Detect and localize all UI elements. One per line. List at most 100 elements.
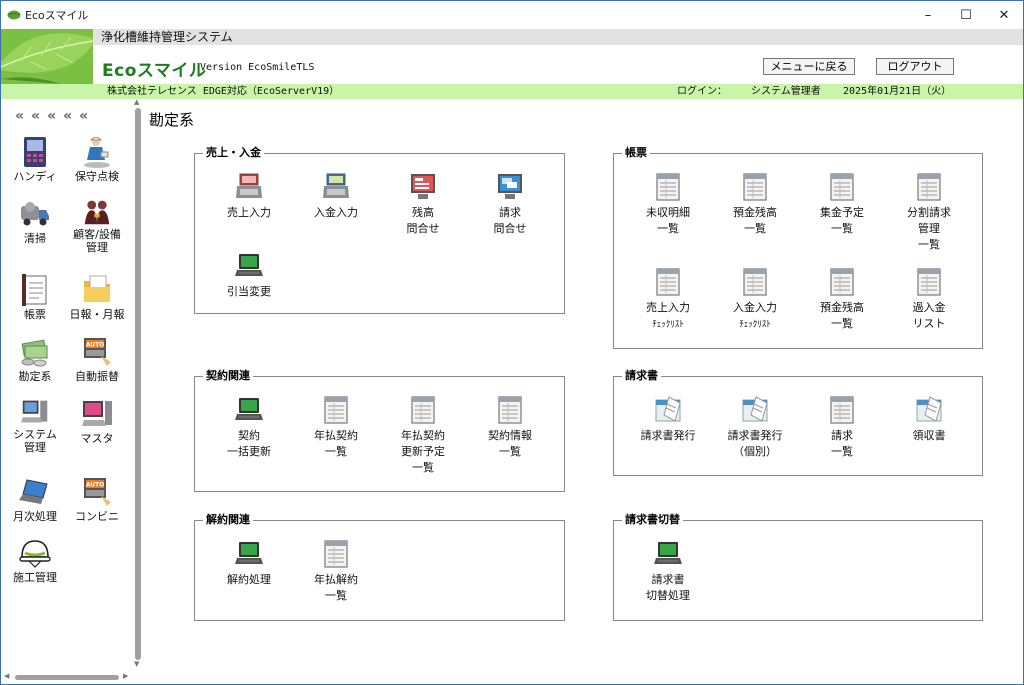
tile-receivables-list[interactable]: 未収明細 一覧 xyxy=(628,172,708,237)
tile-label: 請求 一覧 xyxy=(831,429,853,458)
sheet-icon xyxy=(653,267,683,297)
tile-contract-bulk-update[interactable]: 契約 一括更新 xyxy=(209,395,289,460)
logout-button[interactable]: ログアウト xyxy=(876,58,954,75)
sidebar-item-accounting[interactable]: 勘定系 xyxy=(3,336,67,392)
tile-label: 請求書 切替処理 xyxy=(646,573,690,602)
folder-icon xyxy=(84,275,110,302)
tile-invoice-switch-process[interactable]: 請求書 切替処理 xyxy=(628,539,708,604)
sidebar-item-convenience[interactable]: AUTO コンビニ xyxy=(65,476,129,532)
tile-label: 請求書発行 xyxy=(640,429,696,442)
tile-label: 売上入力 xyxy=(227,206,271,219)
sheet-icon xyxy=(914,172,944,202)
sidebar-item-daily-monthly[interactable]: 日報・月報 xyxy=(65,274,129,330)
sidebar-item-label: コンビニ xyxy=(75,510,119,523)
tile-allocation-change[interactable]: 引当変更 xyxy=(209,251,289,300)
scrollbar-thumb[interactable] xyxy=(135,108,141,660)
tile-payment-checklist[interactable]: 入金入力 ﾁｪｯｸﾘｽﾄ xyxy=(715,267,795,333)
group-contract: 契約関連 契約 一括更新 年払契約 一覧 年払契約 更新予定 一覧 契約情報 一覧 xyxy=(194,369,565,492)
sidebar: ««««« ハンディ 保守点検 清掃 顧客/設備 管理 帳票 日報・月報 勘定系… xyxy=(1,98,146,684)
tile-label: 分割請求 管理 一覧 xyxy=(907,206,951,251)
group-invoice: 請求書 請求書発行 請求書発行 （個別） 請求 一覧 領収書 xyxy=(613,369,983,476)
tile-label: 売上入力 ﾁｪｯｸﾘｽﾄ xyxy=(646,301,690,330)
sidebar-item-auto-transfer[interactable]: AUTO 自動振替 xyxy=(65,336,129,392)
sidebar-horizontal-scrollbar[interactable]: ◀ ▶ xyxy=(1,672,133,682)
app-header: 浄化槽維持管理システム Ecoスマイル Version EcoSmileTLS … xyxy=(1,29,1023,84)
tile-cancel-process[interactable]: 解約処理 xyxy=(209,539,289,588)
tile-label: 預金残高 一覧 xyxy=(733,206,777,235)
tile-balance-inquiry[interactable]: 残高 問合せ xyxy=(383,172,463,237)
tile-label: 預金残高 一覧 xyxy=(820,301,864,330)
sidebar-item-customers[interactable]: 顧客/設備 管理 xyxy=(65,198,129,254)
tile-annual-cancel-list[interactable]: 年払解約 一覧 xyxy=(296,539,376,604)
invoice-icon xyxy=(740,395,770,425)
sidebar-item-maintenance[interactable]: 保守点検 xyxy=(65,136,129,192)
tile-annual-contract-list[interactable]: 年払契約 一覧 xyxy=(296,395,376,460)
tile-label: 過入金 リスト xyxy=(912,301,946,330)
tile-billing-inquiry[interactable]: 請求 問合せ xyxy=(470,172,550,237)
master-icon xyxy=(82,401,112,426)
monitor-icon xyxy=(408,172,438,202)
group-label: 解約関連 xyxy=(203,513,253,527)
sidebar-item-system[interactable]: システム 管理 xyxy=(3,398,67,454)
minimize-button[interactable]: – xyxy=(909,1,947,29)
info-bar: 株式会社テレセンス EDGE対応（EcoServerV19） ログイン： システ… xyxy=(1,84,1023,99)
tile-invoice-issue-individual[interactable]: 請求書発行 （個別） xyxy=(715,395,795,460)
group-label: 請求書切替 xyxy=(622,513,683,527)
laptop-icon xyxy=(653,539,683,569)
sidebar-item-label: マスタ xyxy=(80,432,114,445)
collapse-sidebar-icon[interactable]: ««««« xyxy=(15,108,95,124)
sidebar-item-label: 自動振替 xyxy=(75,370,119,383)
tile-collection-schedule-list[interactable]: 集金予定 一覧 xyxy=(802,172,882,237)
tile-label: 残高 問合せ xyxy=(406,206,440,235)
sidebar-item-construction[interactable]: 施工管理 xyxy=(3,537,67,593)
scroll-up-icon[interactable]: ▲ xyxy=(134,98,139,106)
back-to-menu-button[interactable]: メニューに戻る xyxy=(763,58,855,75)
tile-deposit-balance-list-2[interactable]: 預金残高 一覧 xyxy=(802,267,882,332)
version-label: Version EcoSmileTLS xyxy=(200,62,315,73)
system-name-bar: 浄化槽維持管理システム xyxy=(93,29,1023,45)
sidebar-item-master[interactable]: マスタ xyxy=(65,398,129,454)
title-bar: Ecoスマイル – ☐ ✕ xyxy=(1,1,1023,29)
leaf-banner-image xyxy=(1,29,93,84)
group-label: 売上・入金 xyxy=(203,146,264,160)
login-user: システム管理者 xyxy=(751,86,821,97)
sidebar-item-label: 勘定系 xyxy=(18,370,52,383)
sidebar-item-label: 帳票 xyxy=(24,308,46,321)
tile-sales-checklist[interactable]: 売上入力 ﾁｪｯｸﾘｽﾄ xyxy=(628,267,708,333)
tile-payment-input[interactable]: 入金入力 xyxy=(296,172,376,221)
tile-billing-list[interactable]: 請求 一覧 xyxy=(802,395,882,460)
laptop-icon xyxy=(234,395,264,425)
tile-label: 引当変更 xyxy=(227,285,271,298)
group-label: 契約関連 xyxy=(203,369,253,383)
tile-receipt[interactable]: 領収書 xyxy=(889,395,969,444)
company-name: 株式会社テレセンス EDGE対応（EcoServerV19） xyxy=(107,86,340,97)
sidebar-item-monthly[interactable]: 月次処理 xyxy=(3,476,67,532)
scrollbar-thumb[interactable] xyxy=(15,675,119,680)
scroll-left-icon[interactable]: ◀ xyxy=(4,672,9,680)
tile-overpayment-list[interactable]: 過入金 リスト xyxy=(889,267,969,332)
monitor-icon xyxy=(495,172,525,202)
tile-deposit-balance-list[interactable]: 預金残高 一覧 xyxy=(715,172,795,237)
scroll-down-icon[interactable]: ▼ xyxy=(134,660,139,668)
sidebar-item-label: ハンディ xyxy=(13,170,57,183)
maximize-button[interactable]: ☐ xyxy=(947,1,985,29)
sidebar-item-handy[interactable]: ハンディ xyxy=(3,136,67,192)
tile-installment-billing-list[interactable]: 分割請求 管理 一覧 xyxy=(889,172,969,253)
group-label: 請求書 xyxy=(622,369,661,383)
sheet-icon xyxy=(827,172,857,202)
scroll-right-icon[interactable]: ▶ xyxy=(123,672,128,680)
close-button[interactable]: ✕ xyxy=(985,1,1023,29)
tile-sales-input[interactable]: 売上入力 xyxy=(209,172,289,221)
sheet-icon xyxy=(740,172,770,202)
tile-label: 年払契約 更新予定 一覧 xyxy=(401,429,445,474)
laptop-icon xyxy=(19,479,48,504)
tile-label: 集金予定 一覧 xyxy=(820,206,864,235)
tile-contract-info-list[interactable]: 契約情報 一覧 xyxy=(470,395,550,460)
svg-text:AUTO: AUTO xyxy=(86,342,105,349)
tile-invoice-issue[interactable]: 請求書発行 xyxy=(628,395,708,444)
sidebar-item-cleaning[interactable]: 清掃 xyxy=(3,198,67,254)
tile-annual-renewal-list[interactable]: 年払契約 更新予定 一覧 xyxy=(383,395,463,476)
group-invoice-switch: 請求書切替 請求書 切替処理 xyxy=(613,513,983,621)
sidebar-vertical-scrollbar[interactable]: ▲ ▼ xyxy=(133,98,143,672)
sidebar-item-reports[interactable]: 帳票 xyxy=(3,274,67,330)
